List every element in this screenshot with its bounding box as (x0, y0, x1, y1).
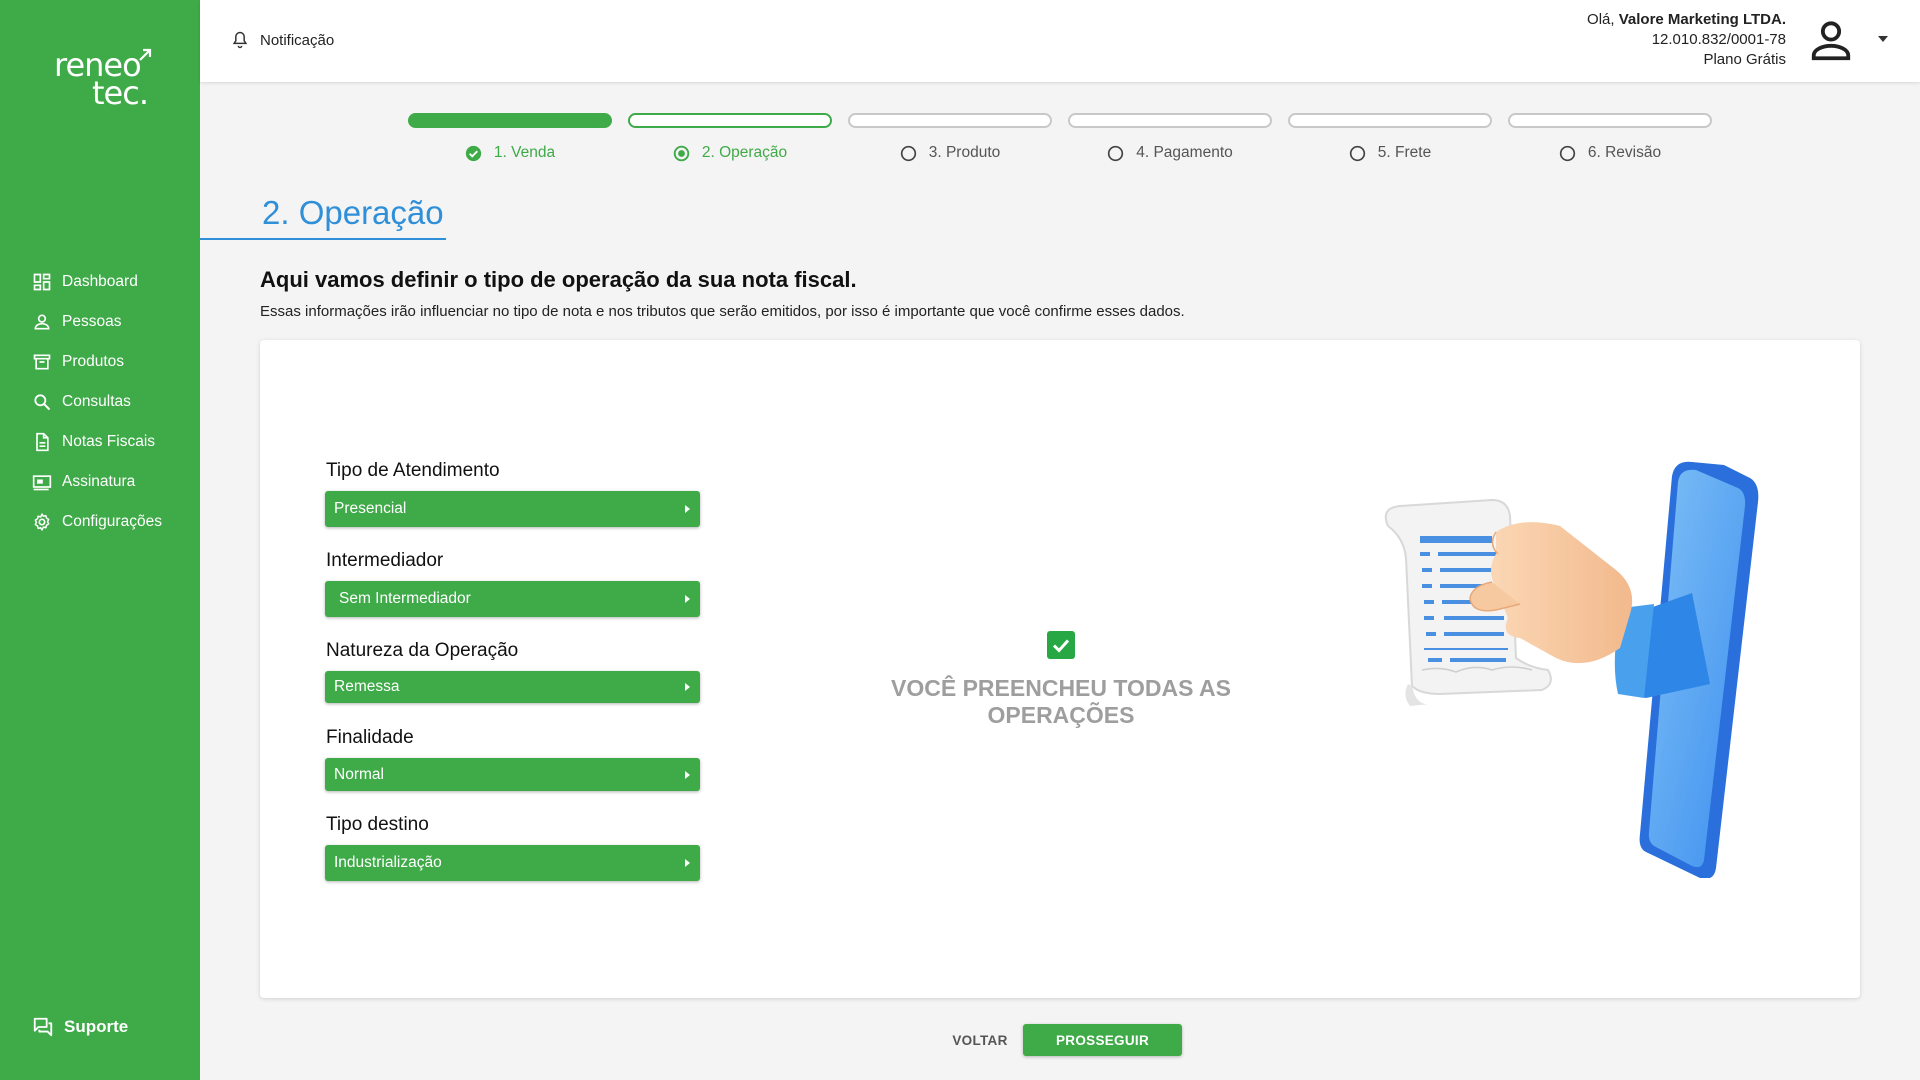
chevron-right-icon (685, 683, 690, 691)
search-icon (34, 394, 51, 411)
chevron-right-icon (685, 859, 690, 867)
sidebar-item-label: Produtos (62, 353, 125, 370)
select-value: Sem Intermediador (339, 590, 471, 607)
checkbox-checked-icon (1047, 631, 1075, 659)
sidebar-item-label: Notas Fiscais (62, 433, 156, 450)
greeting: Olá, (1587, 11, 1615, 28)
next-button[interactable]: PROSSEGUIR (1023, 1024, 1182, 1056)
sidebar-item-label: Pessoas (62, 313, 122, 330)
step-label: 3. Produto (928, 144, 1001, 161)
step-bar (408, 113, 612, 128)
field-label-natureza-operacao: Natureza da Operação (326, 640, 519, 661)
section-title: 2. Operação (262, 194, 444, 231)
step-bar (1508, 113, 1712, 128)
gear-icon (34, 513, 50, 531)
step-bar (848, 113, 1052, 128)
reneotec-logo[interactable]: reneo tec. (52, 46, 152, 112)
radio-empty-icon (1559, 145, 1576, 161)
check-circle-icon (465, 145, 482, 161)
select-tipo-destino[interactable]: Industrialização (325, 845, 700, 881)
user-avatar-icon[interactable] (1808, 18, 1854, 64)
chat-icon (33, 1017, 53, 1037)
document-icon (36, 432, 49, 452)
select-value: Industrialização (334, 854, 442, 871)
person-icon (34, 314, 50, 330)
bell-icon (232, 31, 248, 49)
topbar: Notificação Olá, Valore Marketing LTDA. … (200, 0, 1920, 82)
step-operacao[interactable]: 2. Operação (628, 113, 832, 162)
field-label-finalidade: Finalidade (326, 727, 414, 748)
sidebar-item-configuracoes[interactable]: Configurações (0, 502, 200, 542)
sidebar-item-dashboard[interactable]: Dashboard (0, 262, 200, 302)
step-frete[interactable]: 5. Frete (1288, 113, 1492, 162)
chevron-right-icon (685, 595, 690, 603)
field-label-tipo-atendimento: Tipo de Atendimento (326, 460, 500, 481)
field-label-tipo-destino: Tipo destino (326, 814, 429, 835)
select-value: Remessa (334, 678, 400, 695)
sidebar-item-label: Configurações (62, 513, 162, 530)
step-pagamento[interactable]: 4. Pagamento (1068, 113, 1272, 162)
plan-label: Plano Grátis (1703, 51, 1786, 68)
step-label: 5. Frete (1377, 144, 1432, 161)
support-label: Suporte (64, 1017, 129, 1036)
logo-arrow-icon (139, 48, 152, 61)
page-subtitle: Essas informações irão influenciar no ti… (260, 303, 1185, 320)
select-intermediador[interactable]: Sem Intermediador (325, 581, 700, 617)
select-tipo-atendimento[interactable]: Presencial (325, 491, 700, 527)
radio-empty-icon (1349, 145, 1365, 161)
step-bar (1068, 113, 1272, 128)
radio-empty-icon (900, 145, 916, 161)
logo-text-line2: tec. (92, 74, 149, 112)
step-bar (1288, 113, 1492, 128)
step-label: 4. Pagamento (1136, 144, 1233, 161)
step-revisao[interactable]: 6. Revisão (1508, 113, 1712, 162)
chevron-right-icon (685, 770, 690, 779)
step-bar (628, 113, 832, 128)
sidebar-item-notas-fiscais[interactable]: Notas Fiscais (0, 422, 200, 462)
sidebar: reneo tec. Dashboard Pessoas Produtos Co… (0, 0, 200, 1080)
payment-icon (32, 475, 52, 491)
sidebar-nav: Dashboard Pessoas Produtos Consultas Not… (0, 262, 200, 542)
chevron-right-icon (685, 505, 690, 513)
step-produto[interactable]: 3. Produto (848, 113, 1052, 162)
section-title-underline (200, 238, 446, 240)
operation-card: Tipo de Atendimento Presencial Intermedi… (260, 340, 1860, 998)
radio-selected-icon (673, 145, 690, 161)
sidebar-item-label: Assinatura (62, 473, 136, 490)
support-link[interactable]: Suporte (32, 1016, 128, 1038)
company-name: Valore Marketing LTDA. (1618, 11, 1786, 28)
step-label: 1. Venda (493, 144, 556, 161)
sidebar-item-assinatura[interactable]: Assinatura (0, 462, 200, 502)
dashboard-icon (33, 273, 51, 291)
select-value: Normal (334, 765, 384, 783)
sidebar-item-pessoas[interactable]: Pessoas (0, 302, 200, 342)
user-menu-caret-icon[interactable] (1878, 36, 1888, 42)
archive-icon (33, 354, 51, 370)
company-cnpj: 12.010.832/0001-78 (1651, 31, 1786, 48)
back-button[interactable]: VOLTAR (940, 1024, 1020, 1056)
page-headline: Aqui vamos definir o tipo de operação da… (260, 267, 857, 292)
select-finalidade[interactable]: Normal (325, 758, 700, 791)
user-info: Olá, Valore Marketing LTDA. 12.010.832/0… (1587, 10, 1786, 70)
select-value: Presencial (334, 500, 407, 517)
step-label: 6. Revisão (1587, 144, 1662, 161)
notification-button[interactable]: Notificação (230, 30, 334, 50)
step-venda[interactable]: 1. Venda (408, 113, 612, 162)
select-natureza-operacao[interactable]: Remessa (325, 671, 700, 703)
sidebar-item-produtos[interactable]: Produtos (0, 342, 200, 382)
sidebar-item-consultas[interactable]: Consultas (0, 382, 200, 422)
field-label-intermediador: Intermediador (326, 550, 444, 571)
receipt-phone-illustration (1384, 461, 1759, 878)
sidebar-item-label: Consultas (62, 393, 131, 410)
radio-empty-icon (1108, 145, 1124, 161)
completion-message: VOCÊ PREENCHEU TODAS AS OPERAÇÕES (891, 675, 1231, 728)
step-label: 2. Operação (701, 144, 788, 161)
progress-stepper: 1. Venda 2. Operação 3. Produto 4. Pagam… (408, 113, 1714, 169)
sidebar-item-label: Dashboard (62, 273, 138, 290)
notification-label: Notificação (260, 31, 335, 49)
